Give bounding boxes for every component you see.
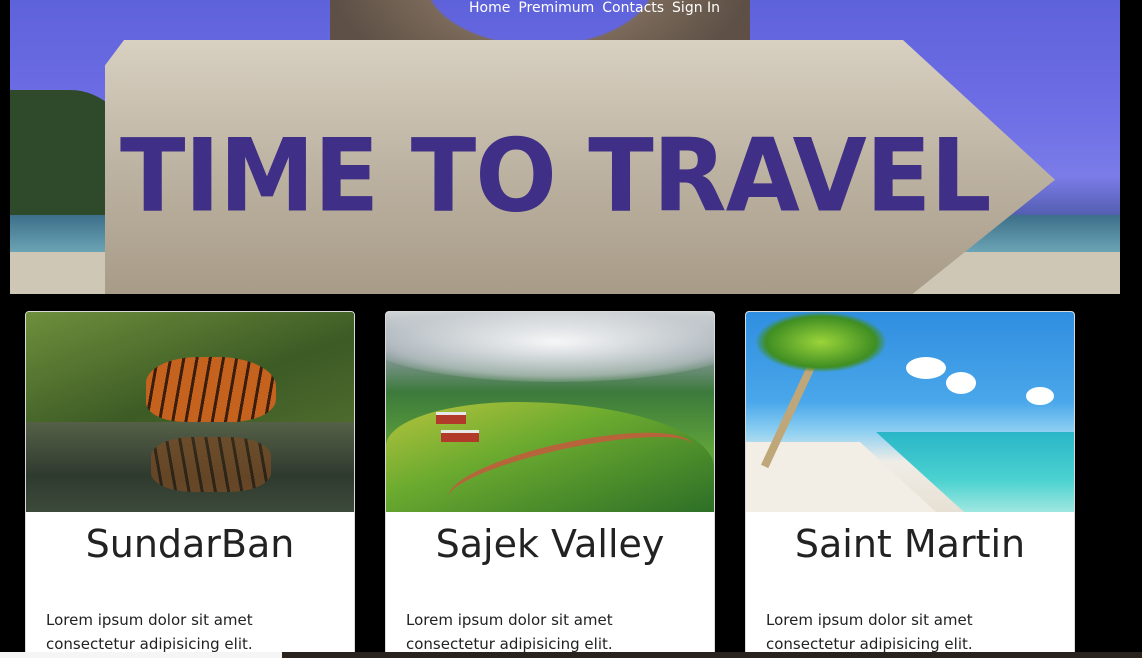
valley-house [436, 412, 466, 424]
hero-sign-text: TIME TO TRAVEL [120, 117, 991, 235]
card-sajek-valley[interactable]: Sajek Valley Lorem ipsum dolor sit amet … [385, 311, 715, 658]
nav-premium-link[interactable]: Premimum [518, 0, 594, 20]
beach-cloud [906, 357, 946, 379]
tiger-figure [146, 357, 276, 422]
saint-martin-image [746, 312, 1074, 512]
beach-cloud [946, 372, 976, 394]
card-sundarban[interactable]: SundarBan Lorem ipsum dolor sit amet con… [25, 311, 355, 658]
card-text: Lorem ipsum dolor sit amet consectetur a… [406, 611, 613, 653]
card-title: Saint Martin [794, 522, 1026, 566]
valley-house [441, 430, 479, 442]
nav-contacts-link[interactable]: Contacts [602, 0, 664, 20]
card-saint-martin[interactable]: Saint Martin Lorem ipsum dolor sit amet … [745, 311, 1075, 658]
sajek-valley-image [386, 312, 714, 512]
valley-cloud [386, 312, 714, 382]
nav-home-link[interactable]: Home [469, 0, 510, 20]
top-nav: Home Premimum Contacts Sign In [469, 0, 720, 20]
card-title: Sajek Valley [435, 522, 665, 566]
hero-banner: TIME TO TRAVEL [10, 0, 1120, 294]
tiger-reflection [151, 437, 271, 492]
nav-sign-in-link[interactable]: Sign In [672, 0, 720, 20]
sundarban-image [26, 312, 354, 512]
beach-cloud [1026, 387, 1054, 405]
card-text: Lorem ipsum dolor sit amet consectetur a… [46, 611, 253, 653]
card-title: SundarBan [85, 522, 295, 566]
palm-leaves [756, 312, 886, 372]
bottom-edge-light [0, 652, 282, 658]
page-bottom-edge [0, 652, 1142, 658]
destination-cards: SundarBan Lorem ipsum dolor sit amet con… [25, 311, 1125, 658]
card-text: Lorem ipsum dolor sit amet consectetur a… [766, 611, 973, 653]
